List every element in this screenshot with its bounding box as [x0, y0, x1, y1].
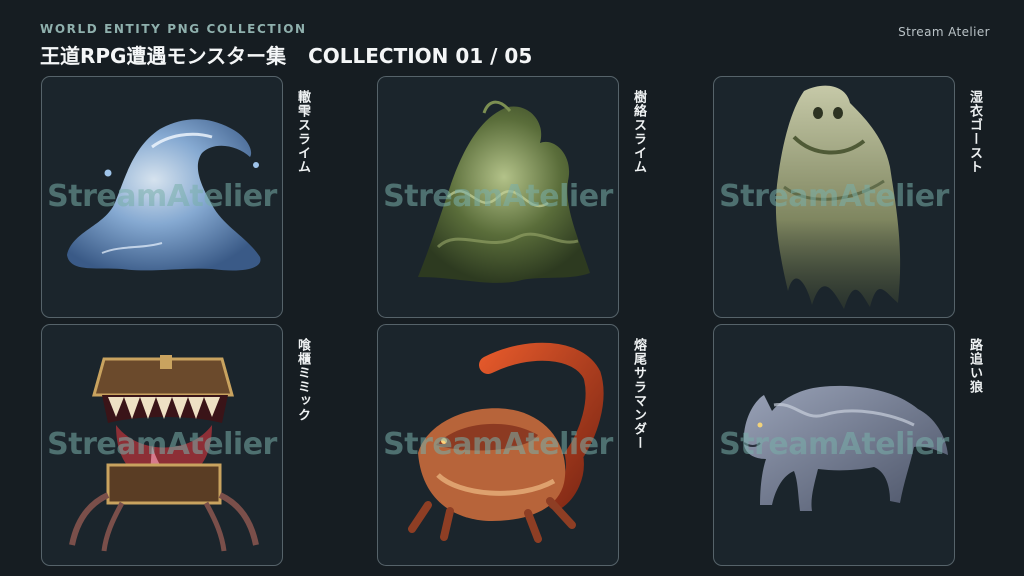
green-vine-slime-icon — [418, 100, 590, 283]
blue-water-slime-icon — [67, 119, 261, 271]
brand-name: Stream Atelier — [898, 25, 990, 39]
treasure-chest-mimic-icon — [69, 355, 259, 552]
monster-card-wolf[interactable]: StreamAtelier — [713, 324, 955, 566]
lava-salamander-icon — [408, 342, 604, 543]
monster-card-water-slime[interactable]: StreamAtelier — [41, 76, 283, 318]
page-title: 王道RPG遭遇モンスター集 COLLECTION 01 / 05 — [40, 40, 532, 69]
title-text: 王道RPG遭遇モンスター集 — [40, 44, 287, 68]
monster-label: 喰櫃ミミック — [295, 338, 310, 422]
monster-card-salamander[interactable]: StreamAtelier — [377, 324, 619, 566]
collection-number: COLLECTION 01 / 05 — [308, 44, 533, 68]
monster-label: 樹絡スライム — [631, 90, 646, 174]
collection-eyebrow: WORLD ENTITY PNG COLLECTION — [40, 22, 307, 36]
moss-cloth-ghost-icon — [775, 85, 901, 309]
monster-label: 湿衣ゴースト — [967, 90, 982, 174]
monster-label: 熔尾サラマンダー — [631, 338, 646, 450]
monster-card-mimic[interactable]: StreamAtelier — [41, 324, 283, 566]
monster-label: 轍雫スライム — [295, 90, 310, 174]
grey-wolf-icon — [743, 385, 948, 511]
monster-card-ghost[interactable]: StreamAtelier — [713, 76, 955, 318]
monster-card-vine-slime[interactable]: StreamAtelier — [377, 76, 619, 318]
monster-label: 路追い狼 — [967, 338, 982, 394]
